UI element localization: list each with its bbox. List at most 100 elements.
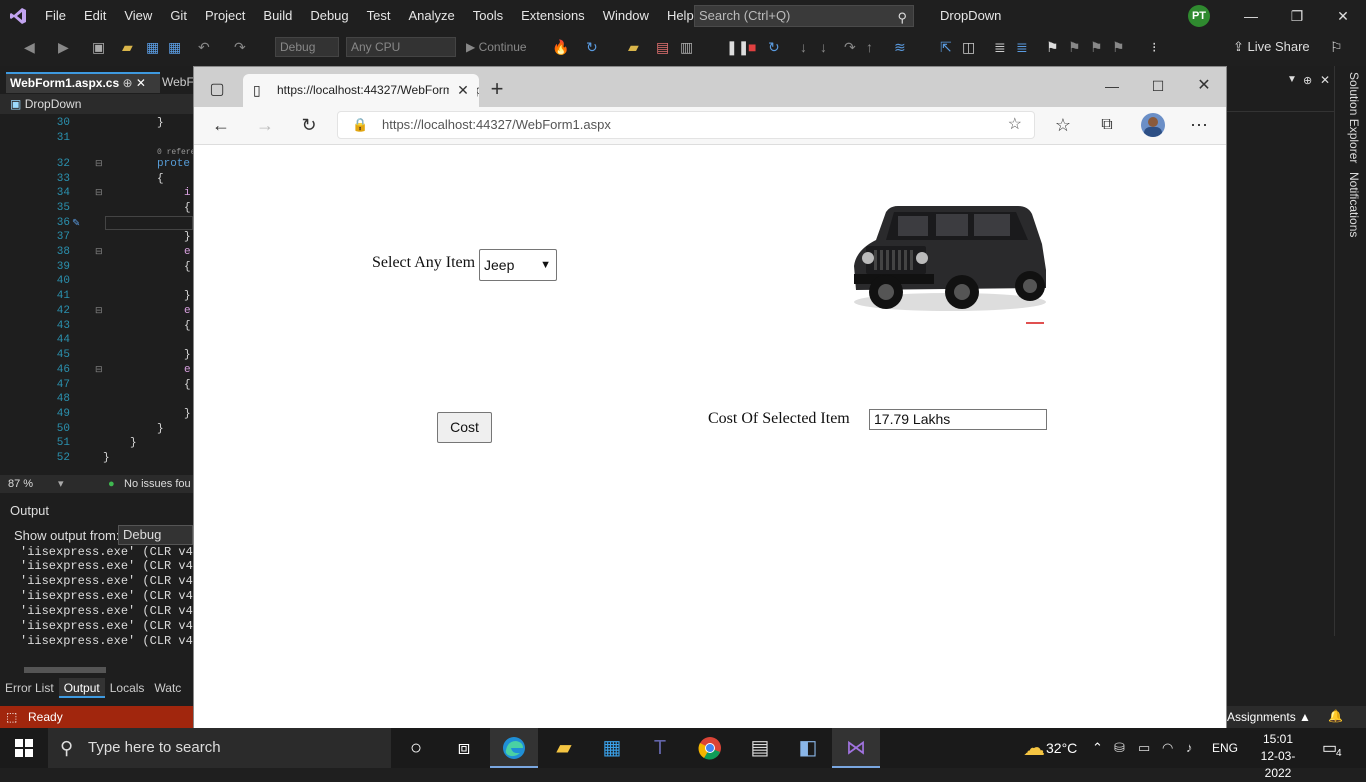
config-dropdown[interactable]: Debug: [275, 37, 339, 57]
collapse-icon[interactable]: ⊟: [95, 187, 103, 198]
step-back-icon[interactable]: ↑: [866, 38, 873, 56]
solution-explorer-tab[interactable]: Solution Explorer: [1341, 72, 1361, 166]
stop-icon[interactable]: ■: [748, 38, 756, 56]
live-share-button[interactable]: ⇪ Live Share: [1233, 39, 1310, 55]
quick-action-icon[interactable]: ✎: [72, 218, 80, 229]
output-source-select[interactable]: Debug: [118, 525, 193, 545]
undo-icon[interactable]: ↶: [198, 38, 210, 56]
menu-test[interactable]: Test: [358, 0, 400, 32]
feedback-icon[interactable]: ⚐: [1330, 38, 1343, 56]
bookmark-icon[interactable]: ⚑: [1046, 38, 1059, 56]
notifications-tab[interactable]: Notifications: [1341, 172, 1361, 252]
browser-maximize-icon[interactable]: ☐: [1144, 74, 1172, 98]
tab-webform1-aspx-cs[interactable]: WebForm1.aspx.cs ⊕ ✕: [6, 72, 160, 93]
back-nav-icon[interactable]: ◀: [24, 38, 35, 56]
toolbox-icon[interactable]: ▤: [656, 38, 669, 56]
collapse-icon[interactable]: ⊟: [95, 364, 103, 375]
cost-button[interactable]: Cost: [437, 412, 492, 443]
pause-icon[interactable]: ❚❚: [726, 38, 749, 56]
add-favorite-icon[interactable]: ☆: [1008, 112, 1022, 138]
browser-minimize-icon[interactable]: —: [1098, 74, 1126, 98]
restart-icon[interactable]: ↻: [768, 38, 780, 56]
output-scrollbar[interactable]: [10, 666, 193, 674]
tab-actions-icon[interactable]: ▢: [203, 78, 231, 102]
issues-status[interactable]: No issues fou: [124, 475, 191, 493]
file-explorer-icon[interactable]: ▰: [540, 728, 588, 768]
save-all-icon[interactable]: ▦: [168, 38, 181, 56]
tab-watch[interactable]: Watc: [149, 678, 186, 698]
lock-icon[interactable]: 🔒: [352, 112, 368, 138]
platform-dropdown[interactable]: Any CPU: [346, 37, 456, 57]
tab-webform1-aspx[interactable]: WebF: [162, 72, 194, 93]
collapse-icon[interactable]: ⊟: [95, 305, 103, 316]
chrome-icon[interactable]: [686, 728, 734, 768]
close-icon[interactable]: ✕: [1320, 0, 1366, 32]
visual-studio-logo-icon[interactable]: [0, 0, 36, 32]
store-icon[interactable]: ▦: [588, 728, 636, 768]
menu-project[interactable]: Project: [196, 0, 254, 32]
volume-icon[interactable]: ♪: [1186, 740, 1193, 755]
forward-icon[interactable]: →: [251, 113, 279, 137]
hot-reload-options-icon[interactable]: ≋: [894, 38, 906, 56]
reload-icon[interactable]: ↻: [295, 113, 323, 137]
browser-close-icon[interactable]: ✕: [1190, 74, 1218, 98]
menu-analyze[interactable]: Analyze: [399, 0, 463, 32]
windows-start-icon[interactable]: [0, 728, 48, 768]
menu-window[interactable]: Window: [594, 0, 658, 32]
new-project-icon[interactable]: ▣: [92, 38, 105, 56]
taskbar-search-box[interactable]: ⚲ Type here to search: [48, 728, 391, 768]
diagnostics-icon[interactable]: ▥: [680, 38, 693, 56]
new-tab-icon[interactable]: +: [483, 77, 511, 101]
profile-avatar[interactable]: [1141, 113, 1165, 137]
chevron-down-icon[interactable]: ▼: [1287, 74, 1297, 85]
user-avatar[interactable]: PT: [1188, 5, 1210, 27]
folder-icon[interactable]: ▰: [628, 38, 639, 56]
tab-error-list[interactable]: Error List: [0, 678, 59, 698]
menu-debug[interactable]: Debug: [301, 0, 357, 32]
pin-icon[interactable]: ⊕: [1303, 74, 1312, 87]
favorites-icon[interactable]: ☆: [1049, 113, 1077, 137]
collections-icon[interactable]: ⧉: [1093, 113, 1121, 137]
app-icon[interactable]: ◧: [784, 728, 832, 768]
notepad-icon[interactable]: ▤: [736, 728, 784, 768]
step-into-icon[interactable]: ↓: [800, 38, 807, 56]
menu-tools[interactable]: Tools: [464, 0, 512, 32]
hot-reload-icon[interactable]: 🔥: [552, 38, 569, 56]
project-navigation-bar[interactable]: ▣ DropDown: [0, 94, 193, 114]
menu-git[interactable]: Git: [161, 0, 196, 32]
step-over-icon[interactable]: ↷: [844, 38, 856, 56]
step-out-icon[interactable]: ↓: [820, 38, 827, 56]
teams-icon[interactable]: T: [636, 728, 684, 768]
bookmark-prev-icon[interactable]: ⚑: [1068, 38, 1081, 56]
bookmark-clear-icon[interactable]: ⚑: [1112, 38, 1125, 56]
forward-nav-icon[interactable]: ▶: [58, 38, 69, 56]
menu-view[interactable]: View: [115, 0, 161, 32]
collapse-icon[interactable]: ⊟: [95, 246, 103, 257]
close-icon[interactable]: ✕: [1320, 73, 1330, 87]
language-indicator[interactable]: ENG: [1212, 728, 1238, 768]
battery-icon[interactable]: ▭: [1138, 740, 1150, 756]
menu-build[interactable]: Build: [254, 0, 301, 32]
action-center-icon[interactable]: ▭: [1322, 738, 1337, 758]
more-options-icon[interactable]: ⋯: [1185, 113, 1213, 137]
edge-icon[interactable]: [490, 728, 538, 768]
tab-locals[interactable]: Locals: [105, 678, 150, 698]
save-icon[interactable]: ▦: [146, 38, 159, 56]
assignments-button[interactable]: Assignments ▲: [1227, 706, 1311, 728]
restore-icon[interactable]: ❐: [1274, 0, 1320, 32]
split-icon[interactable]: ◫: [962, 38, 975, 56]
wifi-icon[interactable]: ◠: [1162, 740, 1173, 756]
chevron-down-icon[interactable]: ▾: [58, 475, 64, 493]
menu-file[interactable]: File: [36, 0, 75, 32]
item-dropdown[interactable]: Jeep ▼: [479, 249, 557, 281]
clock[interactable]: 15:01 12-03-2022: [1254, 731, 1302, 782]
notification-bell-icon[interactable]: 🔔: [1328, 709, 1343, 723]
scrollbar-thumb[interactable]: [24, 667, 106, 673]
bookmark-next-icon[interactable]: ⚑: [1090, 38, 1103, 56]
cortana-icon[interactable]: ○: [392, 728, 440, 768]
temperature[interactable]: 32°C: [1046, 728, 1077, 768]
tab-output[interactable]: Output: [58, 678, 105, 698]
visual-studio-icon[interactable]: ⋈: [832, 728, 880, 768]
toolbar-overflow-icon[interactable]: ⁝: [1152, 38, 1156, 56]
tab-close-icon[interactable]: ✕: [136, 76, 146, 90]
